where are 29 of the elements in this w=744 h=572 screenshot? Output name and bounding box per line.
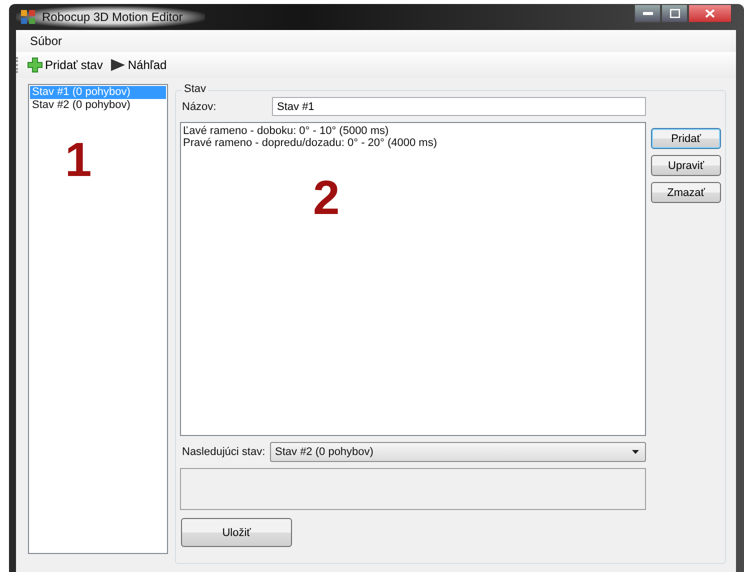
app-icon [20,9,36,25]
maximize-button[interactable] [661,4,688,23]
add-button[interactable]: Pridať [651,128,721,149]
field-label: Názov: [181,100,218,112]
menu-item[interactable]: Súbor [28,32,64,50]
add-state-button[interactable]: Pridať stav [25,56,105,74]
group-title: Stav [182,83,208,95]
list-item[interactable]: Ľavé rameno - doboku: 0° - 10° (5000 ms) [183,125,643,137]
name-field[interactable]: Stav #1 [272,97,646,116]
save-button[interactable]: Uložiť [181,518,292,547]
close-button[interactable] [688,4,732,23]
dropdown-arrow-icon [632,450,639,454]
annotation-number: 1 [65,137,92,185]
preview-button[interactable]: Náhľad [108,57,169,73]
minimize-icon [642,12,652,16]
toolbar-grip [16,57,20,73]
delete-button[interactable]: Zmazať [651,182,721,203]
next-state-dropdown[interactable]: Stav #2 (0 pohybov) [270,442,646,462]
minimize-button[interactable] [634,4,661,23]
maximize-icon [670,9,680,18]
plus-icon [27,57,43,73]
list-item[interactable]: Pravé rameno - dopredu/dozadu: 0° - 20° (4000 ms) [183,137,643,149]
edit-button[interactable]: Upraviť [651,155,721,176]
close-icon [705,9,715,18]
annotation-number: 2 [313,175,340,223]
window-title: Robocup 3D Motion Editor [42,10,183,24]
list-item[interactable]: Stav #2 (0 pohybov) [30,99,166,112]
field-label: Nasledujúci stav: [181,446,266,458]
play-icon [110,58,126,72]
